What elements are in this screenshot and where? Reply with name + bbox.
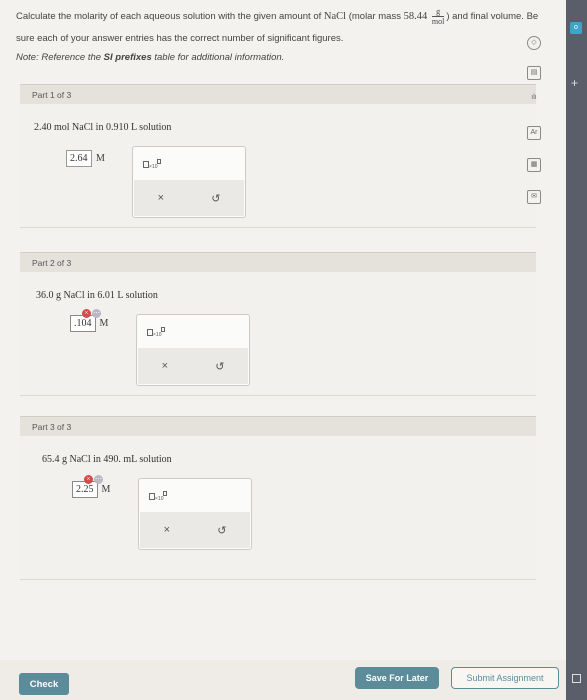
clear-button[interactable]: × — [158, 192, 164, 204]
calculator-icon[interactable]: ▤ — [527, 66, 541, 80]
undo-button[interactable]: ↺ — [217, 524, 226, 537]
undo-button[interactable]: ↺ — [211, 192, 220, 205]
periodic-table-icon[interactable]: Ar — [527, 126, 541, 140]
scientific-notation-button[interactable]: ×10 — [147, 327, 166, 338]
clear-button[interactable]: × — [162, 360, 168, 372]
part-1-answer-tools: ×10 × ↺ — [132, 146, 246, 218]
part-2-answer-tools: ×10 × ↺ — [136, 314, 250, 386]
scientific-notation-button[interactable]: ×10 — [149, 491, 168, 502]
compound-name: NaCl — [323, 11, 347, 22]
incorrect-badge: × ⋯ — [84, 475, 103, 484]
grid-icon[interactable]: ▦ — [527, 158, 541, 172]
part-1-answer-input[interactable]: 2.64 — [66, 150, 92, 167]
more-icon[interactable]: ⋯ — [94, 475, 103, 484]
part-1-header: Part 1 of 3 — [20, 84, 536, 104]
more-icon[interactable]: ⋯ — [92, 309, 101, 318]
question-lead: Calculate the molarity of each aqueous s… — [16, 11, 324, 22]
part-1-body: 2.40 mol NaCl in 0.910 L solution 2.64 M… — [20, 104, 536, 228]
submit-assignment-button[interactable]: Submit Assignment — [451, 667, 559, 689]
check-button[interactable]: Check — [19, 673, 69, 695]
part-3-answer: × ⋯ 2.25 M — [72, 475, 111, 498]
si-prefixes-link[interactable]: SI prefixes — [104, 52, 152, 63]
mail-icon[interactable]: ✉ — [527, 190, 541, 204]
part-2-prompt: 36.0 g NaCl in 6.01 L solution — [36, 290, 158, 301]
question-text: Calculate the molarity of each aqueous s… — [16, 6, 556, 50]
assignment-page: Calculate the molarity of each aqueous s… — [0, 0, 566, 700]
part-3-prompt: 65.4 g NaCl in 490. mL solution — [42, 454, 172, 465]
browser-side-panel: o + — [566, 0, 587, 700]
plus-icon[interactable]: + — [571, 76, 578, 90]
incorrect-icon: × — [84, 475, 93, 484]
part-1-prompt: 2.40 mol NaCl in 0.910 L solution — [34, 122, 172, 133]
incorrect-badge: × ⋯ — [82, 309, 101, 318]
molar-mass-label: (molar mass — [346, 11, 404, 22]
molar-mass-unit: g mol — [431, 6, 445, 26]
incorrect-icon: × — [82, 309, 91, 318]
part-1-unit: M — [96, 153, 105, 164]
part-2-header: Part 2 of 3 — [20, 252, 536, 272]
part-3-answer-tools: ×10 × ↺ — [138, 478, 252, 550]
chevron-icon[interactable]: ◇ — [527, 36, 541, 50]
clear-button[interactable]: × — [164, 524, 170, 536]
save-for-later-button[interactable]: Save For Later — [355, 667, 439, 689]
scientific-notation-button[interactable]: ×10 — [143, 159, 162, 170]
part-2-unit: M — [99, 318, 109, 329]
part-3-unit: M — [101, 484, 111, 495]
part-3-body: 65.4 g NaCl in 490. mL solution × ⋯ 2.25 … — [20, 436, 536, 580]
part-2-answer: × ⋯ .104 M — [70, 309, 109, 332]
extension-tab-icon[interactable]: o — [570, 22, 582, 34]
part-3-header: Part 3 of 3 — [20, 416, 536, 436]
undo-button[interactable]: ↺ — [215, 360, 224, 373]
chart-icon[interactable]: ılı — [527, 92, 541, 106]
molar-mass-value: 58.44 — [403, 11, 428, 22]
square-icon[interactable] — [572, 674, 581, 683]
si-prefix-note: Note: Reference the SI prefixes table fo… — [16, 52, 285, 63]
part-1-answer: 2.64 M — [66, 150, 105, 167]
part-2-body: 36.0 g NaCl in 6.01 L solution × ⋯ .104 M… — [20, 272, 536, 396]
